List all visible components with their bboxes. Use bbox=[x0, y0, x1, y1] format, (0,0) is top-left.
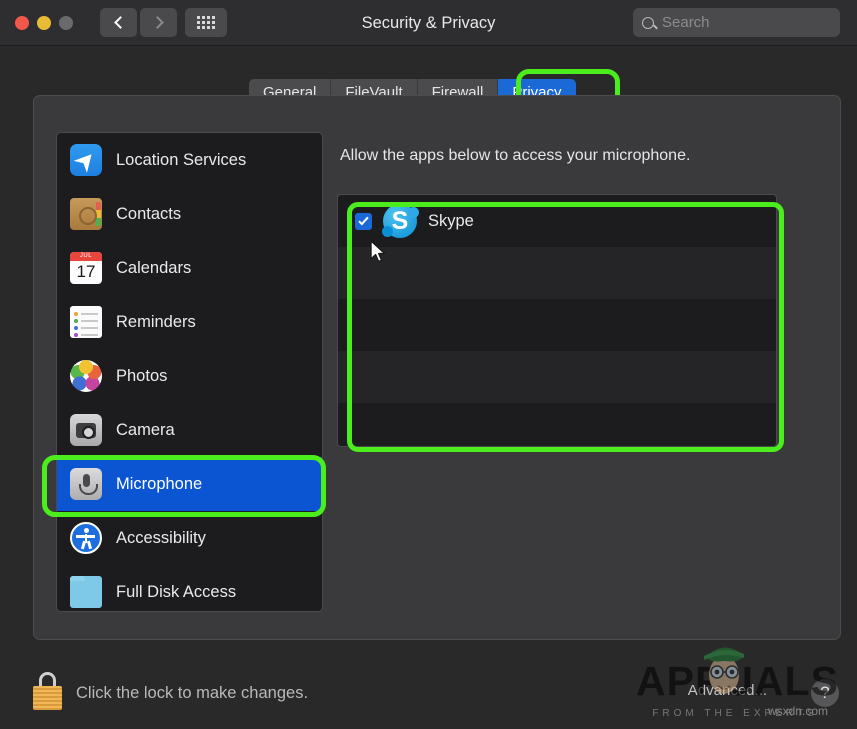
sidebar-item-label: Contacts bbox=[116, 204, 182, 223]
sidebar-item-label: Microphone bbox=[116, 474, 203, 493]
sidebar-item-reminders[interactable]: Reminders bbox=[57, 295, 322, 349]
preferences-content-panel: Location Services Contacts JUL 17 Calend… bbox=[33, 95, 841, 640]
sidebar-item-photos[interactable]: Photos bbox=[57, 349, 322, 403]
reminders-icon bbox=[70, 306, 102, 338]
lock-icon[interactable] bbox=[33, 672, 62, 710]
checkmark-icon bbox=[358, 214, 369, 226]
table-row-empty bbox=[338, 403, 776, 446]
search-placeholder: Search bbox=[662, 14, 710, 31]
pane-description: Allow the apps below to access your micr… bbox=[340, 147, 691, 164]
table-row[interactable]: S Skype bbox=[338, 195, 776, 247]
camera-icon bbox=[70, 414, 102, 446]
contacts-icon bbox=[70, 198, 102, 230]
search-input[interactable]: Search bbox=[633, 8, 840, 37]
help-button[interactable]: ? bbox=[811, 679, 839, 707]
sidebar-item-full-disk-access[interactable]: Full Disk Access bbox=[57, 565, 322, 611]
app-permission-list: S Skype bbox=[337, 194, 777, 447]
sidebar-item-label: Location Services bbox=[116, 150, 247, 169]
lock-instruction-text: Click the lock to make changes. bbox=[76, 684, 309, 702]
sidebar-item-label: Photos bbox=[116, 366, 168, 385]
app-permission-checkbox[interactable] bbox=[355, 212, 372, 230]
photos-icon bbox=[70, 360, 102, 392]
sidebar-item-label: Calendars bbox=[116, 258, 192, 277]
watermark-site: wsxdn.com bbox=[767, 704, 828, 718]
folder-icon bbox=[70, 576, 102, 608]
privacy-category-sidebar: Location Services Contacts JUL 17 Calend… bbox=[56, 132, 323, 612]
sidebar-item-label: Accessibility bbox=[116, 528, 206, 547]
sidebar-item-label: Full Disk Access bbox=[116, 582, 237, 601]
sidebar-item-accessibility[interactable]: Accessibility bbox=[57, 511, 322, 565]
location-services-icon bbox=[70, 144, 102, 176]
accessibility-icon bbox=[70, 522, 102, 554]
skype-icon: S bbox=[382, 204, 419, 238]
table-row-empty bbox=[338, 247, 776, 299]
watermark-tagline: FROM THE EXPERTS bbox=[652, 708, 818, 719]
microphone-icon bbox=[70, 468, 102, 500]
sidebar-item-label: Camera bbox=[116, 420, 175, 439]
calendars-icon: JUL 17 bbox=[70, 252, 102, 284]
sidebar-item-calendars[interactable]: JUL 17 Calendars bbox=[57, 241, 322, 295]
calendar-day-label: 17 bbox=[76, 262, 96, 281]
window-toolbar: Security & Privacy Search bbox=[0, 0, 857, 46]
sidebar-item-label: Reminders bbox=[116, 312, 196, 331]
advanced-button[interactable]: Advanced... bbox=[688, 682, 767, 699]
sidebar-item-camera[interactable]: Camera bbox=[57, 403, 322, 457]
sidebar-item-contacts[interactable]: Contacts bbox=[57, 187, 322, 241]
sidebar-item-microphone[interactable]: Microphone bbox=[57, 457, 322, 511]
table-row-empty bbox=[338, 299, 776, 351]
app-name-label: Skype bbox=[428, 211, 474, 230]
microphone-permissions-pane: Allow the apps below to access your micr… bbox=[331, 132, 808, 612]
search-icon bbox=[642, 16, 654, 29]
sidebar-item-location-services[interactable]: Location Services bbox=[57, 133, 322, 187]
table-row-empty bbox=[338, 351, 776, 403]
